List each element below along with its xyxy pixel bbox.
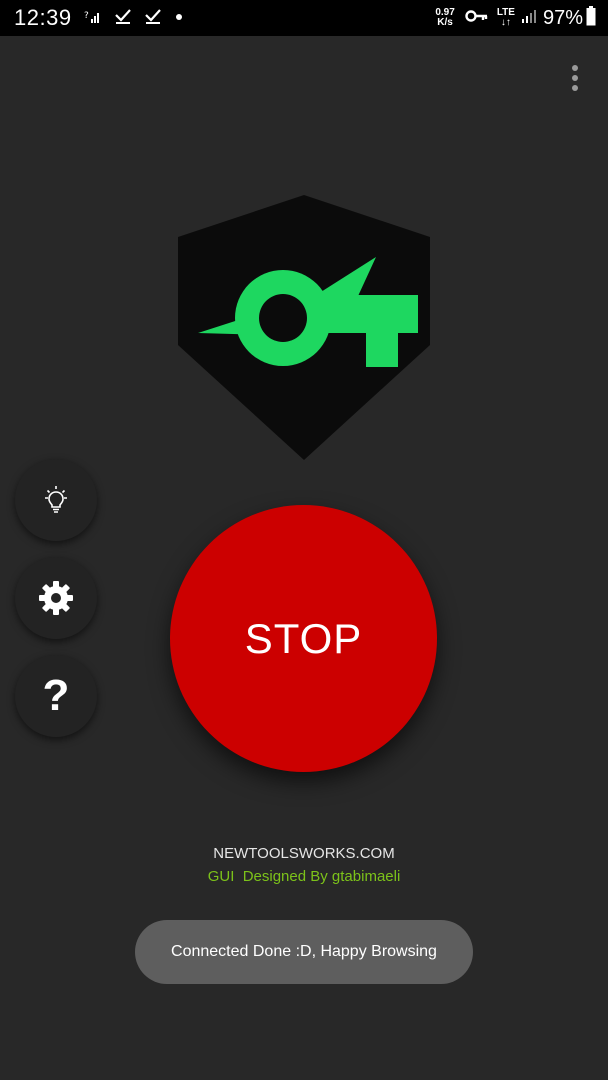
credit-label: GUI Designed By gtabimaeli xyxy=(207,868,401,885)
menu-dot xyxy=(572,65,578,71)
download-done-icon-2 xyxy=(144,7,162,30)
toast-text: Connected Done :D, Happy Browsing xyxy=(171,943,437,960)
svg-text:?: ? xyxy=(84,11,89,21)
help-button[interactable]: ? xyxy=(15,655,97,737)
notification-dot-icon xyxy=(174,9,184,27)
stop-button[interactable]: STOP xyxy=(170,505,437,772)
status-bar: 12:39 ? 0.97 K/s LTE ↓↑ 97% xyxy=(0,0,608,36)
net-speed-unit: K/s xyxy=(437,17,453,28)
app-screen: 12:39 ? 0.97 K/s LTE ↓↑ 97% ? STOP NEWTO… xyxy=(0,0,608,1080)
site-label: NEWTOOLSWORKS.COM xyxy=(213,845,395,862)
data-arrows-icon: ↓↑ xyxy=(500,17,511,28)
help-icon: ? xyxy=(42,671,70,720)
stop-button-label: STOP xyxy=(244,614,363,662)
status-time: 12:39 xyxy=(14,5,72,30)
battery-icon xyxy=(586,5,596,31)
lightbulb-button[interactable] xyxy=(15,459,97,541)
menu-dot xyxy=(572,85,578,91)
gear-icon xyxy=(39,581,73,615)
toast-message: Connected Done :D, Happy Browsing xyxy=(135,920,473,984)
battery-level: 97% xyxy=(542,6,583,29)
signal-unknown-icon: ? xyxy=(84,8,102,29)
app-logo xyxy=(178,195,430,460)
menu-dot xyxy=(572,75,578,81)
status-left: 12:39 ? xyxy=(14,0,184,36)
cell-signal-icon xyxy=(521,8,537,29)
download-done-icon xyxy=(114,7,132,30)
network-type: LTE ↓↑ xyxy=(497,8,515,28)
settings-button[interactable] xyxy=(15,557,97,639)
vpn-key-icon xyxy=(465,9,489,28)
net-speed: 0.97 K/s xyxy=(435,8,454,28)
status-right: 0.97 K/s LTE ↓↑ 97% xyxy=(435,0,596,36)
lightbulb-icon xyxy=(45,486,67,513)
more-vert-icon[interactable] xyxy=(560,60,590,96)
